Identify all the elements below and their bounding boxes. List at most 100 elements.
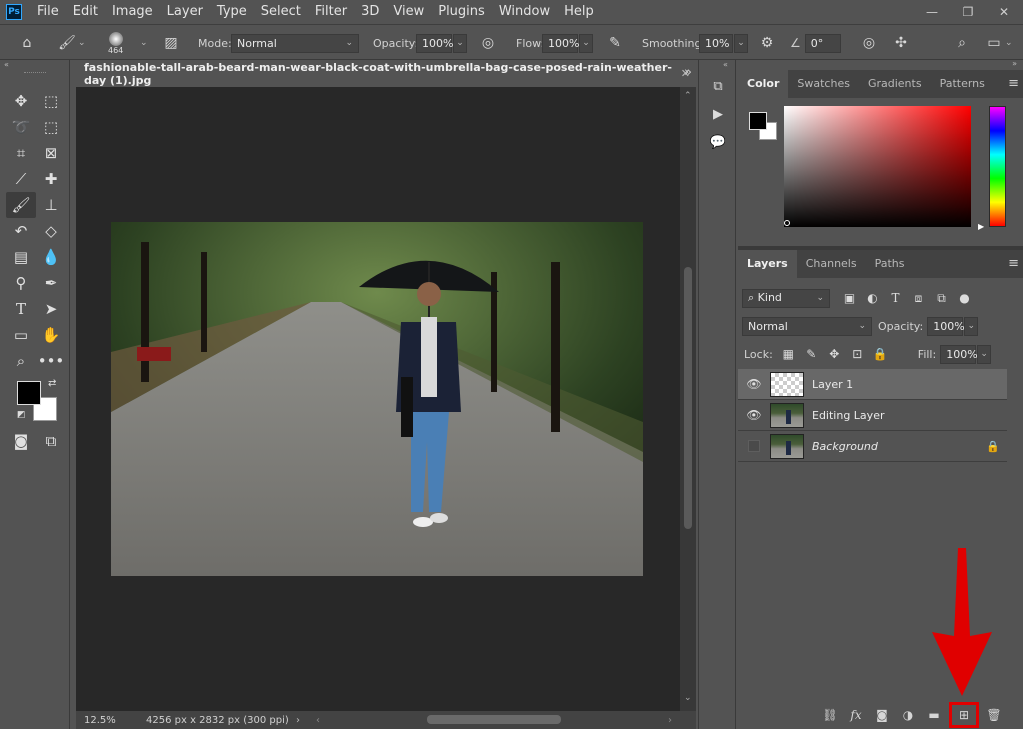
photoshop-logo-icon[interactable]: Ps: [6, 4, 22, 20]
menu-type[interactable]: Type: [210, 0, 254, 24]
chevron-down-icon[interactable]: ⌄: [1005, 38, 1013, 48]
zoom-icon[interactable]: ⌕: [6, 348, 36, 374]
menu-plugins[interactable]: Plugins: [431, 0, 492, 24]
layer-row-editing-layer[interactable]: 👁 Editing Layer: [738, 400, 1007, 431]
zoom-level[interactable]: 12.5%: [76, 715, 136, 726]
dodge-icon[interactable]: ⚲: [6, 270, 36, 296]
chevron-down-icon[interactable]: ⌄: [78, 38, 86, 48]
collapse-strip-icon[interactable]: «: [699, 60, 735, 72]
comments-icon[interactable]: 💬: [699, 128, 737, 156]
menu-help[interactable]: Help: [557, 0, 601, 24]
flow-input[interactable]: 100%: [542, 33, 579, 53]
tab-layers[interactable]: Layers: [738, 250, 797, 278]
chevron-down-icon[interactable]: ⌄: [453, 33, 467, 53]
smoothing-input[interactable]: 10%: [699, 33, 733, 53]
document-photo[interactable]: [111, 222, 643, 576]
chevron-down-icon[interactable]: ⌄: [579, 33, 593, 53]
new-layer-button[interactable]: ⊞: [949, 702, 979, 728]
layer-filter-select[interactable]: ⌕ Kind ⌄: [742, 288, 830, 308]
vertical-scroll-thumb[interactable]: [684, 267, 692, 529]
tab-color[interactable]: Color: [738, 70, 789, 98]
lock-all-icon[interactable]: 🔒: [869, 347, 892, 361]
layer-row-background[interactable]: Background 🔒: [738, 431, 1007, 462]
history-brush-icon[interactable]: ↶: [6, 218, 36, 244]
menu-view[interactable]: View: [386, 0, 431, 24]
move-icon[interactable]: ✥: [6, 88, 36, 114]
menu-edit[interactable]: Edit: [66, 0, 105, 24]
horizontal-scroll-thumb[interactable]: [427, 715, 561, 724]
minimize-icon[interactable]: —: [921, 4, 943, 20]
color-saturation-field[interactable]: [784, 106, 971, 227]
menu-layer[interactable]: Layer: [160, 0, 210, 24]
status-menu-icon[interactable]: ›: [296, 715, 300, 726]
home-icon[interactable]: ⌂: [16, 32, 38, 54]
healing-icon[interactable]: ✚: [36, 166, 66, 192]
menu-image[interactable]: Image: [105, 0, 160, 24]
brush-tool-icon[interactable]: 🖌: [56, 32, 78, 54]
lock-position-icon[interactable]: ✥: [823, 347, 846, 361]
path-select-icon[interactable]: ➤: [36, 296, 66, 322]
layer-row-layer-1[interactable]: 👁 Layer 1: [738, 369, 1007, 400]
chevron-down-icon[interactable]: ⌄: [140, 38, 148, 48]
menu-file[interactable]: File: [30, 0, 66, 24]
pressure-opacity-icon[interactable]: ◎: [477, 32, 499, 54]
eye-icon[interactable]: 👁: [738, 408, 770, 422]
toolbar-grip[interactable]: [24, 72, 46, 76]
gear-icon[interactable]: ⚙: [756, 32, 778, 54]
hand-icon[interactable]: ✋: [36, 322, 66, 348]
scroll-up-icon[interactable]: ⌃: [684, 91, 692, 101]
more-tools-icon[interactable]: •••: [36, 348, 66, 374]
trash-icon[interactable]: 🗑: [983, 705, 1005, 725]
crop-icon[interactable]: ⌗: [6, 140, 36, 166]
brush-preset-picker[interactable]: 464: [108, 25, 123, 61]
mask-icon[interactable]: ◙: [871, 705, 893, 725]
expand-panels-icon[interactable]: »: [684, 65, 692, 80]
scroll-left-icon[interactable]: ‹: [316, 715, 320, 726]
eraser-icon[interactable]: ◇: [36, 218, 66, 244]
blur-icon[interactable]: 💧: [36, 244, 66, 270]
mode-select[interactable]: Normal ⌄: [231, 33, 359, 53]
tab-paths[interactable]: Paths: [866, 250, 914, 278]
visibility-toggle-empty[interactable]: [748, 440, 760, 452]
frame-icon[interactable]: ⊠: [36, 140, 66, 166]
menu-select[interactable]: Select: [254, 0, 308, 24]
filter-pixel-icon[interactable]: ▣: [838, 291, 861, 306]
history-panel-icon[interactable]: ⧉: [699, 72, 737, 100]
chevron-down-icon[interactable]: ⌄: [734, 33, 748, 53]
vertical-scrollbar[interactable]: ⌃ ⌄: [680, 87, 696, 711]
pressure-size-icon[interactable]: ◎: [858, 32, 880, 54]
pen-icon[interactable]: ✒: [36, 270, 66, 296]
close-icon[interactable]: ✕: [993, 4, 1015, 20]
chevron-down-icon[interactable]: ⌄: [977, 344, 992, 364]
airbrush-icon[interactable]: ✎: [604, 32, 626, 54]
tab-gradients[interactable]: Gradients: [859, 70, 931, 98]
type-icon[interactable]: T: [6, 296, 36, 322]
filter-type-icon[interactable]: T: [884, 291, 907, 306]
layer-opacity-input[interactable]: 100%: [927, 316, 965, 336]
gradient-icon[interactable]: ▤: [6, 244, 36, 270]
filter-smart-object-icon[interactable]: ⧉: [930, 291, 953, 306]
restore-icon[interactable]: ❐: [957, 4, 979, 20]
tab-swatches[interactable]: Swatches: [788, 70, 859, 98]
eye-icon[interactable]: 👁: [738, 377, 770, 391]
screen-mode-icon[interactable]: ⧉: [36, 428, 66, 454]
fx-icon[interactable]: fx: [845, 705, 867, 725]
document-tab[interactable]: fashionable-tall-arab-beard-man-wear-bla…: [76, 60, 698, 87]
brush-settings-icon[interactable]: ▨: [160, 32, 182, 54]
group-folder-icon[interactable]: ▬: [923, 705, 945, 725]
hue-slider-handle[interactable]: ▶: [978, 222, 984, 231]
swap-colors-icon[interactable]: ⇄: [48, 378, 56, 389]
menu-window[interactable]: Window: [492, 0, 557, 24]
opacity-input[interactable]: 100%: [416, 33, 453, 53]
symmetry-icon[interactable]: ✣: [890, 32, 912, 54]
lock-icon[interactable]: 🔒: [979, 440, 1007, 453]
scroll-right-icon[interactable]: ›: [668, 715, 672, 726]
scroll-down-icon[interactable]: ⌄: [684, 693, 692, 703]
lock-transparent-icon[interactable]: ▦: [777, 347, 800, 361]
search-icon[interactable]: ⌕: [951, 32, 973, 54]
lock-artboard-icon[interactable]: ⊡: [846, 347, 869, 361]
eyedropper-icon[interactable]: ⟋: [6, 166, 36, 192]
hue-slider[interactable]: [989, 106, 1006, 227]
lock-pixels-icon[interactable]: ✎: [800, 347, 823, 361]
filter-shape-icon[interactable]: ⧈: [907, 291, 930, 306]
